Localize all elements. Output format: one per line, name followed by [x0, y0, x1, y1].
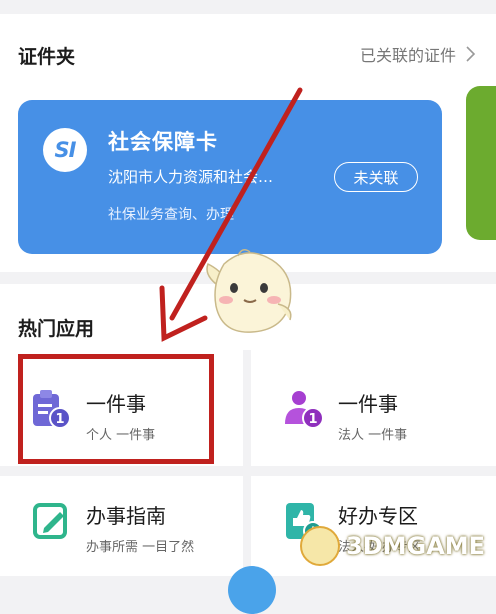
app-subtitle: 个人 一件事 [86, 428, 156, 443]
svg-text:1: 1 [55, 412, 64, 427]
floating-action-button[interactable] [228, 566, 276, 614]
card-issuer: 沈阳市人力资源和社会… [108, 168, 274, 186]
watermark-badge-icon [300, 526, 340, 566]
card-status-badge[interactable]: 未关联 [334, 162, 418, 192]
people-badge-icon: 1 [282, 388, 324, 430]
chevron-right-icon [466, 46, 476, 62]
app-title: 一件事 [338, 392, 398, 416]
edit-document-icon [30, 500, 72, 542]
app-item-personal-one-thing[interactable]: 1 一件事 个人 一件事 [30, 388, 250, 468]
next-card-peek[interactable] [466, 86, 496, 240]
watermark-text: 3DMGAME [346, 532, 486, 560]
card-description: 社保业务查询、办理 [108, 207, 234, 223]
social-security-card[interactable]: SI 社会保障卡 沈阳市人力资源和社会… 未关联 社保业务查询、办理 [18, 100, 442, 254]
card-wallet-title: 证件夹 [18, 46, 76, 68]
app-title: 办事指南 [86, 504, 166, 528]
hot-apps-title: 热门应用 [18, 318, 95, 340]
app-title: 一件事 [86, 392, 146, 416]
social-security-logo-icon: SI [43, 128, 87, 172]
card-title: 社会保障卡 [108, 130, 218, 154]
app-item-service-guide[interactable]: 办事指南 办事所需 一目了然 [30, 500, 250, 580]
card-wallet-section: 证件夹 已关联的证件 SI 社会保障卡 沈阳市人力资源和社会… 未关联 社保业务… [0, 14, 496, 272]
app-subtitle: 法人 一件事 [338, 428, 408, 443]
top-spacer [0, 0, 496, 14]
watermark-logo: 3DMGAME [300, 524, 490, 572]
mascot-sticker-icon [206, 249, 292, 333]
app-subtitle: 办事所需 一目了然 [86, 540, 195, 555]
svg-text:1: 1 [308, 412, 317, 427]
app-item-corporate-one-thing[interactable]: 1 一件事 法人 一件事 [282, 388, 496, 468]
clipboard-badge-icon: 1 [30, 388, 72, 430]
linked-cards-link[interactable]: 已关联的证件 [360, 42, 476, 66]
linked-cards-label: 已关联的证件 [359, 46, 456, 65]
